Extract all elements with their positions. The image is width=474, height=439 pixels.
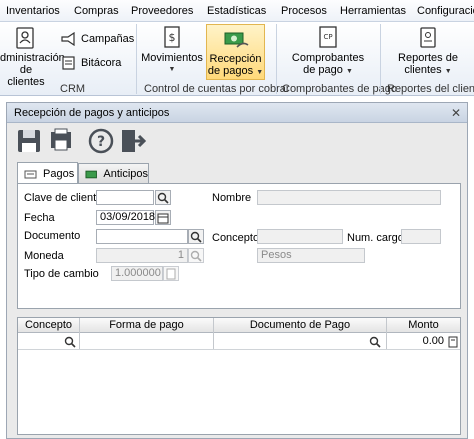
tipo-cambio-label: Tipo de cambio	[24, 268, 99, 280]
documento-label: Documento	[24, 230, 81, 242]
comprobantes-label-2: de pago ▼	[303, 64, 353, 76]
campanas-label: Campañas	[81, 33, 135, 45]
movimientos-dropdown-icon: ▼	[168, 66, 176, 73]
crm-group-label: CRM	[60, 83, 86, 95]
cell-monto[interactable]: 0.00	[390, 335, 444, 347]
tab-anticipos-label: Anticipos	[103, 168, 148, 180]
client-card-icon	[16, 27, 34, 49]
calculator-button	[163, 266, 179, 281]
calculator-icon	[166, 268, 176, 279]
search-icon	[190, 231, 202, 243]
megaphone-icon	[61, 32, 75, 46]
reportes-label-2: clientes ▼	[404, 64, 452, 76]
nombre-field	[257, 190, 441, 205]
movimientos-label: Movimientos	[141, 52, 203, 64]
menu-estadisticas[interactable]: Estadísticas	[207, 5, 266, 17]
ribbon: dministración de clientes Campañas Bitác…	[0, 22, 474, 96]
col-monto: Monto	[408, 319, 439, 331]
campanas-button[interactable]: Campañas	[60, 32, 134, 46]
calendar-icon	[157, 213, 169, 223]
pagos-form-panel: Clave de cliente Nombre Fecha 03/09/2018…	[17, 183, 461, 309]
svg-text:CP: CP	[323, 33, 332, 41]
bitacora-button[interactable]: Bitácora	[60, 56, 121, 70]
tipo-cambio-field: 1.000000	[111, 266, 163, 281]
dialog-title: Recepción de pagos y anticipos	[14, 107, 170, 119]
fecha-label: Fecha	[24, 212, 55, 224]
search-icon[interactable]	[369, 336, 381, 348]
recepcion-pagos-dialog: Recepción de pagos y anticipos ✕ ? Pagos…	[6, 102, 468, 439]
report-icon	[420, 27, 436, 48]
reportes-clientes-button[interactable]: Reportes de clientes ▼	[384, 26, 472, 78]
menu-herramientas[interactable]: Herramientas	[340, 5, 406, 17]
comprobantes-button[interactable]: CP Comprobantes de pago ▼	[280, 26, 376, 78]
cfdi-document-icon: CP	[319, 26, 337, 48]
admin-clientes-label-1: dministración	[0, 52, 65, 64]
menu-compras[interactable]: Compras	[74, 5, 119, 17]
comprobantes-label-1: Comprobantes	[291, 52, 365, 64]
menu-bar: Inventarios Compras Proveedores Estadíst…	[0, 0, 474, 22]
search-icon[interactable]	[64, 336, 76, 348]
svg-text:$: $	[169, 31, 176, 44]
menu-inventarios[interactable]: Inventarios	[6, 5, 60, 17]
moneda-field: 1	[96, 248, 188, 263]
ribbon-separator	[136, 24, 137, 94]
recepcion-label-1: Recepción	[209, 53, 262, 65]
admin-clientes-label-2: de clientes	[7, 64, 45, 88]
menu-proveedores[interactable]: Proveedores	[131, 5, 193, 17]
movimientos-button[interactable]: $ Movimientos ▼	[140, 26, 204, 76]
fecha-field[interactable]: 03/09/2018	[96, 210, 155, 225]
print-icon[interactable]	[47, 127, 75, 155]
dialog-title-bar: Recepción de pagos y anticipos ✕	[7, 103, 467, 123]
bitacora-label: Bitácora	[81, 57, 122, 69]
calculator-icon[interactable]	[447, 336, 459, 348]
ribbon-separator	[380, 24, 381, 94]
advance-tab-icon	[85, 170, 97, 179]
col-concepto: Concepto	[24, 319, 73, 331]
logbook-icon	[62, 56, 75, 70]
reportes-group-label: Reportes del cliente	[387, 83, 474, 95]
admin-clientes-button[interactable]: dministración de clientes	[0, 26, 65, 88]
search-icon	[157, 192, 169, 204]
payment-tab-icon	[24, 170, 37, 178]
payments-grid: Concepto Forma de pago Documento de Pago…	[17, 317, 461, 435]
reportes-label-1: Reportes de	[398, 52, 458, 64]
recepcion-label-2: de pagos ▼	[207, 65, 264, 77]
search-icon	[190, 250, 202, 262]
nombre-label: Nombre	[212, 192, 252, 204]
clave-cliente-field[interactable]	[96, 190, 154, 205]
exit-icon[interactable]	[119, 127, 147, 155]
ribbon-separator	[276, 24, 277, 94]
moneda-name-field: Pesos	[257, 248, 365, 263]
num-cargo-label: Num. cargo	[347, 232, 404, 244]
documento-field[interactable]	[96, 229, 188, 244]
dialog-close-button[interactable]: ✕	[451, 106, 461, 120]
concepto-field	[257, 229, 343, 244]
tab-pagos-label: Pagos	[43, 167, 75, 180]
money-document-icon: $	[164, 26, 180, 48]
calendar-button[interactable]	[155, 210, 171, 225]
search-documento-button[interactable]	[188, 229, 204, 244]
table-row[interactable]: 0.00	[18, 334, 460, 350]
help-icon[interactable]: ?	[87, 127, 115, 155]
menu-configuracion[interactable]: Configuración	[417, 5, 474, 17]
grid-header: Concepto Forma de pago Documento de Pago…	[18, 318, 460, 333]
search-cliente-button[interactable]	[155, 190, 171, 205]
moneda-label: Moneda	[24, 250, 64, 262]
tab-anticipos[interactable]: Anticipos	[78, 163, 149, 184]
col-forma-pago: Forma de pago	[109, 319, 184, 331]
svg-text:?: ?	[97, 134, 105, 150]
num-cargo-field	[401, 229, 441, 244]
cobrar-group-label: Control de cuentas por cobrar	[144, 83, 290, 95]
clave-cliente-label: Clave de cliente	[24, 192, 103, 204]
concepto-label: Concepto	[212, 232, 260, 244]
menu-procesos[interactable]: Procesos	[281, 5, 327, 17]
save-icon[interactable]	[15, 127, 43, 155]
tab-pagos[interactable]: Pagos	[17, 162, 78, 184]
col-documento-pago: Documento de Pago	[249, 319, 351, 331]
cash-payment-icon	[224, 32, 248, 48]
search-moneda-button	[188, 248, 204, 263]
recepcion-pagos-button[interactable]: Recepción de pagos ▼	[206, 24, 265, 80]
